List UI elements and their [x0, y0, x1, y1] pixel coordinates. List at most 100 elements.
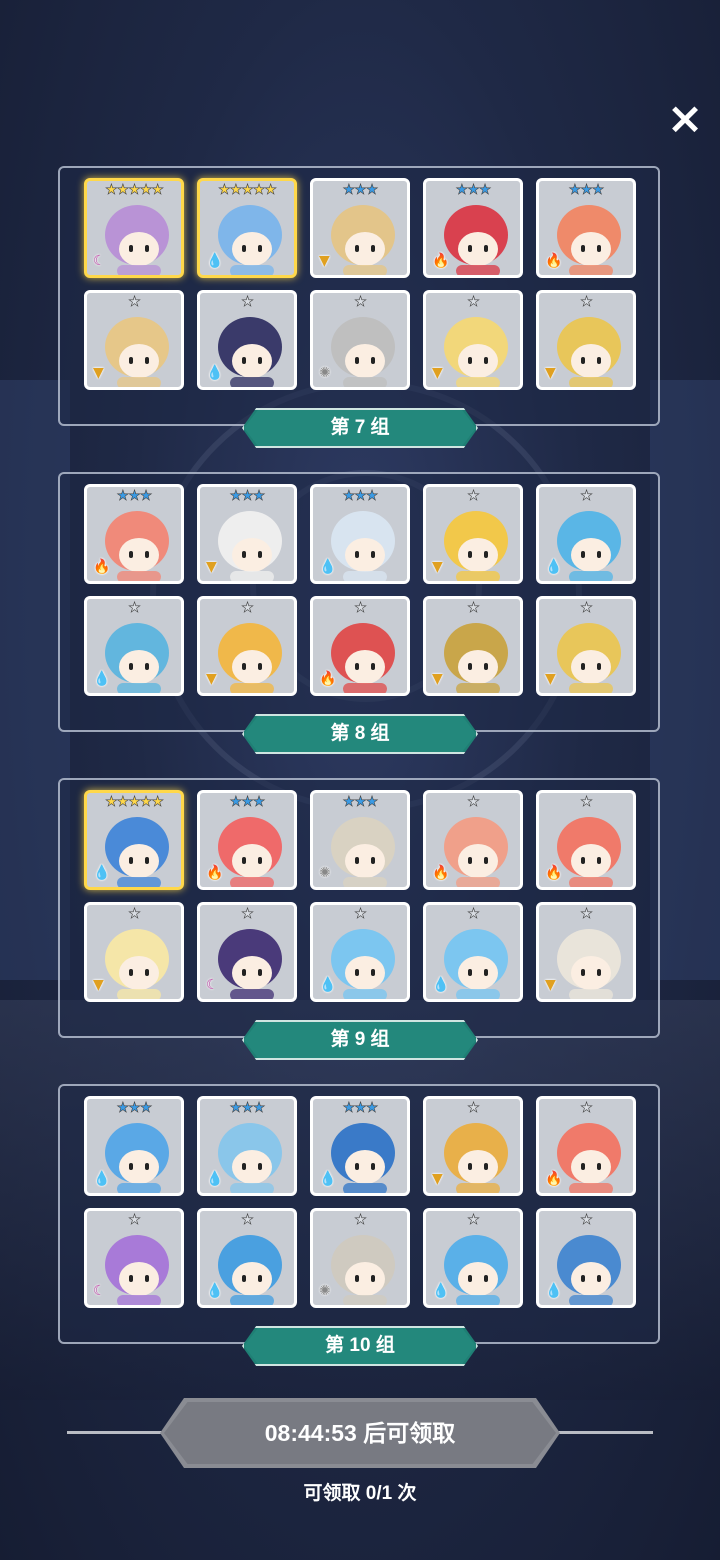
hero-face [571, 650, 611, 684]
hero-portrait-icon [444, 1123, 508, 1193]
star-rating: ★ [580, 906, 593, 923]
star-rating: ★ [467, 906, 480, 923]
hero-face [458, 344, 498, 378]
group-label: 第 10 组 [244, 1328, 476, 1364]
hero-slot[interactable]: ★ ▼ [536, 596, 636, 696]
hero-slot[interactable]: ★ ▼ [536, 902, 636, 1002]
hero-portrait-icon [218, 623, 282, 693]
claim-button[interactable]: 08:44:53 后可领取 [160, 1398, 560, 1468]
hero-slot[interactable]: ★★★ 🔥 [84, 484, 184, 584]
hero-portrait-icon [331, 929, 395, 999]
hero-slot[interactable]: ★ ▼ [423, 290, 523, 390]
hero-face [345, 956, 385, 990]
star-rating: ★★★ [116, 488, 152, 505]
hero-slot[interactable]: ★★★ 💧 [197, 1096, 297, 1196]
hero-slot[interactable]: ★ ▼ [423, 596, 523, 696]
hero-face [571, 1262, 611, 1296]
hero-eye [242, 1275, 246, 1282]
hero-body [117, 683, 161, 693]
hero-eye [355, 551, 359, 558]
hero-slot[interactable]: ★ ▼ [84, 902, 184, 1002]
hero-slot[interactable]: ★ ✺ [310, 290, 410, 390]
hero-body [569, 989, 613, 999]
hero-slot[interactable]: ★★★ 🔥 [423, 178, 523, 278]
star-rating: ★★★ [455, 182, 491, 199]
hero-slot[interactable]: ★ 🔥 [536, 1096, 636, 1196]
hero-eye [484, 969, 488, 976]
hero-slot[interactable]: ★ ▼ [536, 290, 636, 390]
hero-slot[interactable]: ★ ☾ [84, 1208, 184, 1308]
hero-slot[interactable]: ★★★ ✺ [310, 790, 410, 890]
hero-slot[interactable]: ★ 💧 [536, 484, 636, 584]
hero-slot[interactable]: ★ 💧 [423, 1208, 523, 1308]
hero-slot[interactable]: ★★★ 💧 [84, 1096, 184, 1196]
close-icon[interactable]: × [662, 96, 708, 142]
hero-eye [145, 969, 149, 976]
hero-slot[interactable]: ★ ☾ [197, 902, 297, 1002]
star-rating: ★ [128, 294, 141, 311]
hero-face [232, 844, 272, 878]
hero-eye [597, 969, 601, 976]
hero-eye [597, 357, 601, 364]
hero-slot[interactable]: ★ 🔥 [423, 790, 523, 890]
hero-slot[interactable]: ★★★★★ ☾ [84, 178, 184, 278]
hero-slot[interactable]: ★ 💧 [536, 1208, 636, 1308]
hero-slot[interactable]: ★ 🔥 [310, 596, 410, 696]
hero-portrait-icon [557, 205, 621, 275]
hero-slot[interactable]: ★★★★★ 💧 [197, 178, 297, 278]
star-rating: ★ [467, 600, 480, 617]
hero-eye [258, 1275, 262, 1282]
hero-slot[interactable]: ★ 💧 [310, 902, 410, 1002]
hero-slot[interactable]: ★ 🔥 [536, 790, 636, 890]
hero-slot[interactable]: ★ ▼ [197, 596, 297, 696]
hero-slot[interactable]: ★★★ 💧 [310, 484, 410, 584]
hero-slot[interactable]: ★ 💧 [197, 290, 297, 390]
hero-slot[interactable]: ★ ▼ [423, 484, 523, 584]
hero-portrait-icon [105, 929, 169, 999]
hero-slot[interactable]: ★ 💧 [197, 1208, 297, 1308]
hero-face [232, 650, 272, 684]
star-rating: ★ [354, 600, 367, 617]
hero-slot[interactable]: ★★★ 💧 [310, 1096, 410, 1196]
hero-body [343, 571, 387, 581]
hero-portrait-icon [444, 317, 508, 387]
hero-face [345, 1150, 385, 1184]
hero-slot[interactable]: ★ ▼ [423, 1096, 523, 1196]
hero-portrait-icon [444, 205, 508, 275]
hero-slot[interactable]: ★★★ ▼ [197, 484, 297, 584]
element-icon: 💧 [319, 559, 337, 575]
hero-slot[interactable]: ★★★★★ 💧 [84, 790, 184, 890]
hero-slot[interactable]: ★ ✺ [310, 1208, 410, 1308]
hero-slot[interactable]: ★ 💧 [84, 596, 184, 696]
hero-face [119, 1150, 159, 1184]
hero-portrait-icon [557, 817, 621, 887]
hero-portrait-icon [557, 623, 621, 693]
element-icon: 💧 [319, 1171, 337, 1187]
hero-eye [242, 1163, 246, 1170]
hero-face [571, 232, 611, 266]
element-icon: 🔥 [432, 865, 450, 881]
element-icon: ▼ [93, 365, 104, 381]
hero-body [117, 571, 161, 581]
hero-slot[interactable]: ★ 💧 [423, 902, 523, 1002]
hero-eye [355, 245, 359, 252]
hero-slot[interactable]: ★★★ 🔥 [536, 178, 636, 278]
element-icon: 🔥 [545, 1171, 563, 1187]
star-rating: ★★★ [342, 488, 378, 505]
element-icon: 💧 [432, 977, 450, 993]
star-rating: ★★★ [116, 1100, 152, 1117]
hero-body [456, 683, 500, 693]
hero-slot[interactable]: ★ ▼ [84, 290, 184, 390]
hero-slot[interactable]: ★★★ ▼ [310, 178, 410, 278]
hero-portrait-icon [218, 205, 282, 275]
hero-slot[interactable]: ★★★ 🔥 [197, 790, 297, 890]
hero-body [569, 571, 613, 581]
hero-eye [145, 1163, 149, 1170]
element-icon: ▼ [545, 977, 556, 993]
star-rating: ★★★ [229, 794, 265, 811]
hero-eye [484, 357, 488, 364]
hero-body [456, 1295, 500, 1305]
star-rating: ★★★ [568, 182, 604, 199]
hero-body [569, 1295, 613, 1305]
hero-eye [129, 857, 133, 864]
